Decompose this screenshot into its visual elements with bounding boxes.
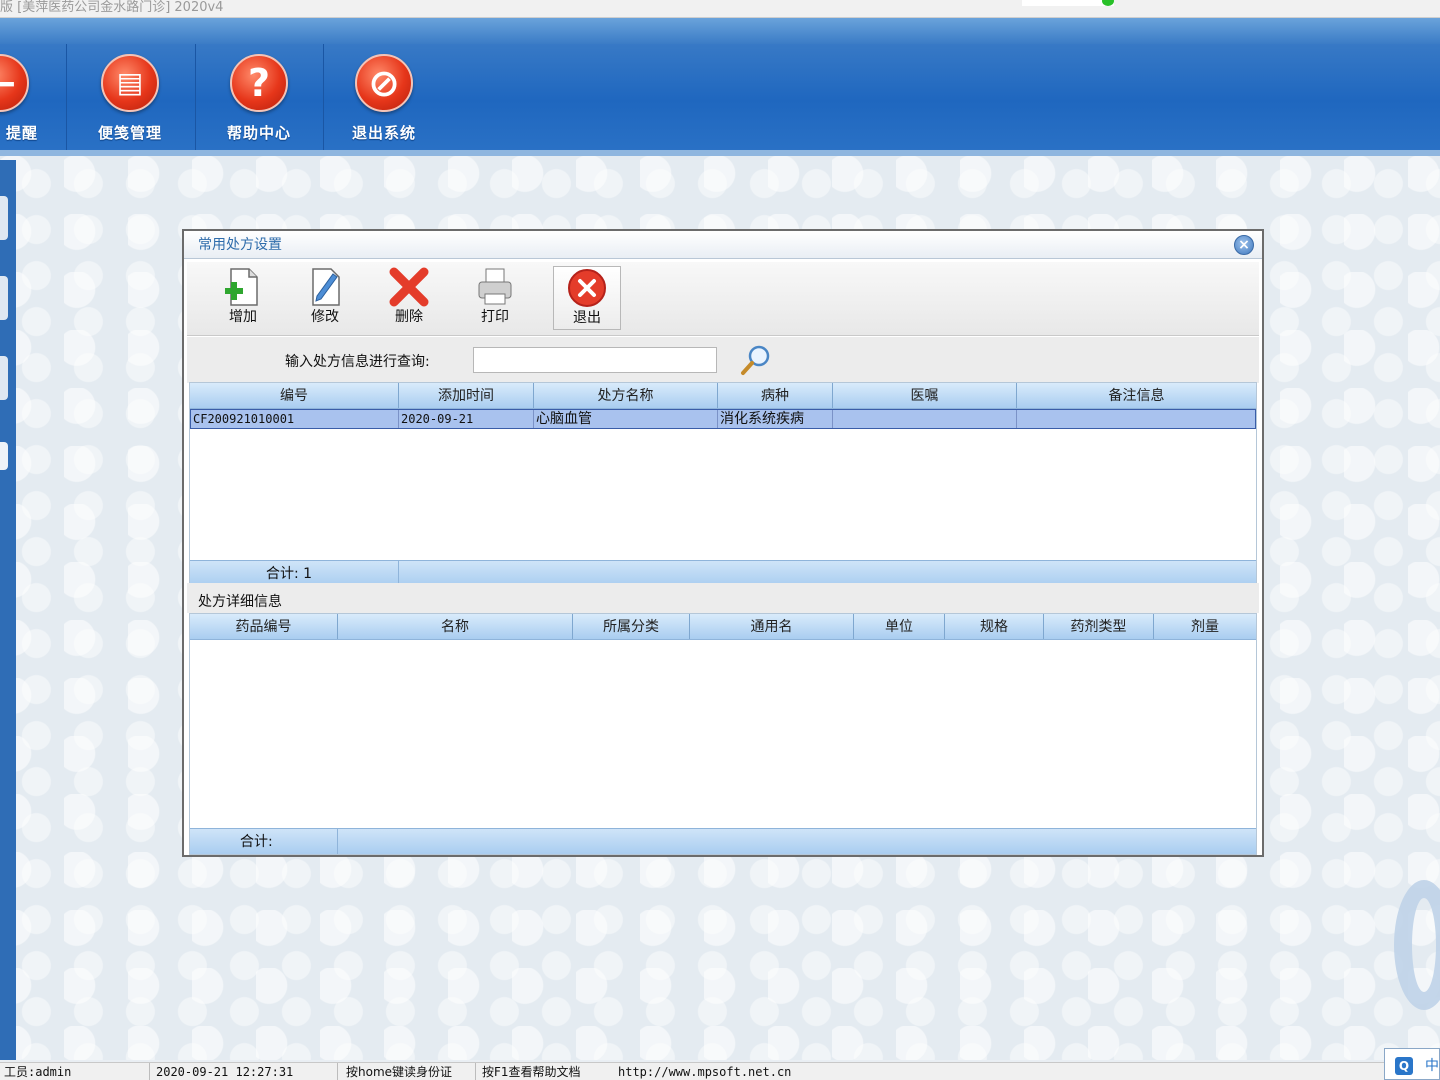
sidebar-tab[interactable] [0,196,8,240]
status-datetime: 2020-09-21 12:27:31 [152,1063,338,1080]
exit-icon [554,267,620,309]
toolbar-exit-system-label: 退出系统 [351,124,416,142]
status-user: 工员:admin [0,1063,150,1080]
ime-mode: 中 [1425,1058,1439,1074]
detail-table-footer: 合计: [190,828,1256,854]
column-header[interactable]: 所属分类 [573,614,690,639]
table-cell [1017,410,1253,428]
status-hint-help: 按F1查看帮助文档 [482,1065,581,1079]
prescription-table: 编号 添加时间 处方名称 病种 医嘱 备注信息 CF200921010001 2… [189,382,1257,587]
main-toolbar: ← 提醒 ▤ 便笺管理 ? 帮助中心 ⊘ 退出系统 [0,18,1440,156]
column-header[interactable]: 名称 [338,614,573,639]
add-button[interactable]: 增加 [209,266,277,330]
prescription-settings-dialog: 常用处方设置 × 增加 修改 删除 打印 退出 输入处方信息进行查询: 编号 添… [182,229,1264,857]
add-icon [209,266,277,308]
toolbar-reminder-label: 提醒 [5,124,38,142]
status-indicator [1022,0,1114,6]
status-url[interactable]: http://www.mpsoft.net.cn [614,1063,914,1080]
column-header[interactable]: 医嘱 [833,383,1017,408]
column-header[interactable]: 剂量 [1154,614,1256,639]
notepad-icon: ▤ [101,54,159,112]
sidebar-tab[interactable] [0,356,8,400]
column-header[interactable]: 药剂类型 [1044,614,1154,639]
help-icon: ? [230,54,288,112]
table-cell: 心脑血管 [534,410,718,428]
edit-button[interactable]: 修改 [291,266,359,330]
delete-icon [375,266,443,308]
table-row[interactable]: CF200921010001 2020-09-21 心脑血管 消化系统疾病 [190,409,1256,429]
toolbar-notepad-button[interactable]: ▤ 便笺管理 [66,54,194,154]
toolbar-help-label: 帮助中心 [226,124,291,142]
status-hint-id-card: 按home键读身份证 [342,1063,476,1080]
column-header[interactable]: 处方名称 [534,383,718,408]
column-header[interactable]: 添加时间 [399,383,534,408]
table-cell: 消化系统疾病 [718,410,833,428]
toolbar-reminder-button[interactable]: ← 提醒 [0,54,64,154]
detail-table-header: 药品编号 名称 所属分类 通用名 单位 规格 药剂类型 剂量 [190,614,1256,640]
dialog-title: 常用处方设置 [184,231,1262,259]
ime-icon: Q [1395,1057,1413,1075]
print-label: 打印 [481,309,509,325]
print-button[interactable]: 打印 [461,266,529,330]
column-header[interactable]: 病种 [718,383,833,408]
status-bar: 工员:admin 2020-09-21 12:27:31 按home键读身份证 … [0,1062,1440,1080]
exit-button[interactable]: 退出 [553,266,621,330]
sidebar-tab[interactable] [0,276,8,320]
edit-icon [291,266,359,308]
toolbar-notepad-label: 便笺管理 [97,124,162,142]
toolbar-help-button[interactable]: ? 帮助中心 [195,54,323,154]
reminder-icon: ← [0,54,29,112]
column-header[interactable]: 通用名 [690,614,854,639]
close-icon[interactable]: × [1234,235,1254,255]
edit-label: 修改 [311,309,339,325]
delete-label: 删除 [395,309,423,325]
printer-icon [461,266,529,308]
detail-section-label: 处方详细信息 [198,594,282,610]
search-row: 输入处方信息进行查询: [187,337,1259,383]
table-cell: 2020-09-21 [399,410,534,428]
column-header[interactable]: 规格 [945,614,1044,639]
dialog-toolbar: 增加 修改 删除 打印 退出 [187,262,1259,336]
column-header[interactable]: 药品编号 [190,614,338,639]
sidebar-tab[interactable] [0,442,8,470]
left-sidebar [0,160,16,1060]
table-cell: CF200921010001 [191,410,399,428]
table-cell [833,410,1017,428]
exit-system-icon: ⊘ [355,54,413,112]
search-icon[interactable] [739,343,773,377]
detail-total: 合计: [190,829,338,854]
window-title: 版 [美萍医药公司金水路门诊] 2020v4 [0,0,224,15]
prescription-detail-table: 药品编号 名称 所属分类 通用名 单位 规格 药剂类型 剂量 合计: [189,613,1257,855]
column-header[interactable]: 备注信息 [1017,383,1256,408]
prescription-table-header: 编号 添加时间 处方名称 病种 医嘱 备注信息 [190,383,1256,409]
delete-button[interactable]: 删除 [375,266,443,330]
column-header[interactable]: 编号 [190,383,399,408]
exit-label: 退出 [573,310,601,326]
window-title-bar: 版 [美萍医药公司金水路门诊] 2020v4 [0,0,1440,18]
search-label: 输入处方信息进行查询: [285,354,430,370]
add-label: 增加 [229,309,257,325]
toolbar-exit-system-button[interactable]: ⊘ 退出系统 [320,54,448,154]
ime-tray[interactable]: Q 中 [1384,1048,1440,1080]
search-input[interactable] [473,347,717,373]
column-header[interactable]: 单位 [854,614,945,639]
